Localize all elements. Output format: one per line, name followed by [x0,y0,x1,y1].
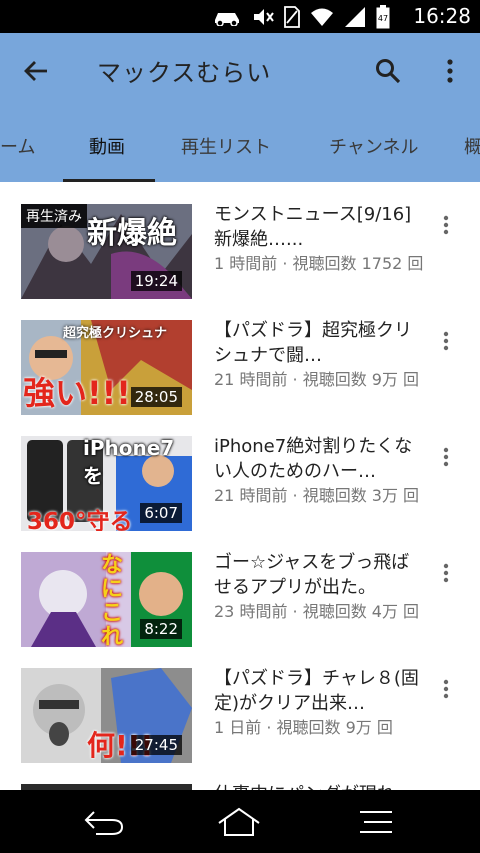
video-title[interactable]: 【パズドラ】チャレ８(固定)がクリア出来… [214,666,419,716]
nav-recents-button[interactable] [346,800,406,844]
car-mode-icon [215,13,239,26]
more-vertical-icon [443,563,449,583]
overflow-menu-button[interactable] [430,51,470,91]
video-thumbnail[interactable]: 新爆絶 再生済み 19:24 [21,204,192,299]
sim-icon [284,6,300,28]
back-button[interactable] [14,51,58,91]
video-thumbnail[interactable]: 何!!! 27:45 [21,668,192,763]
status-icons: 47 [212,4,390,30]
video-more-button[interactable] [434,326,458,356]
tab-playlists[interactable]: 再生リスト [181,133,271,159]
arrow-left-icon [24,61,47,81]
video-meta: 21 時間前 · 視聴回数 3万 回 [214,486,420,505]
video-duration: 28:05 [130,387,182,407]
home-nav-icon [218,807,260,836]
tab-channels[interactable]: チャンネル [329,133,418,159]
thumbnail-text: 360°守る [27,509,133,531]
tab-videos[interactable]: 動画 [89,133,125,159]
tab-bar: ーム 動画 再生リスト チャンネル 概 [0,109,480,182]
battery-level: 47 [377,14,389,23]
search-icon [376,59,401,84]
video-more-button[interactable] [434,674,458,704]
video-meta: 21 時間前 · 視聴回数 9万 回 [214,370,420,389]
more-vertical-icon [443,447,449,467]
watched-badge: 再生済み [21,204,87,228]
video-meta: 1 日前 · 視聴回数 9万 回 [214,718,393,737]
more-vertical-icon [443,215,449,235]
nav-home-button[interactable] [209,800,269,844]
video-thumbnail[interactable]: iPhone7を 360°守る 6:07 [21,436,192,531]
video-duration: 8:22 [140,619,182,639]
video-title[interactable]: 【パズドラ】超究極クリシュナで闘… [214,318,419,368]
app-bar: マックスむらい [0,33,480,109]
video-item[interactable]: 仕事中にパンダが現れ… [0,762,480,790]
tab-about[interactable]: 概 [464,133,480,159]
wifi-icon [311,8,333,26]
video-duration: 27:45 [130,735,182,755]
status-bar: 47 16:28 [0,0,480,33]
video-item[interactable]: 超究極クリシュナ 強い!!! 28:05 【パズドラ】超究極クリシュナで闘… 2… [0,298,480,415]
signal-icon [345,7,365,27]
tab-home[interactable]: ーム [0,133,35,159]
video-list: 新爆絶 再生済み 19:24 モンストニュース[9/16]新爆絶…... 1 時… [0,182,480,790]
video-duration: 19:24 [130,271,182,291]
recents-nav-icon [360,811,392,833]
thumbnail-text: iPhone7を [83,436,175,488]
nav-back-button[interactable] [74,800,134,844]
thumbnail-text: なにこれ [101,553,124,648]
more-vertical-icon [443,331,449,351]
mute-icon [254,9,274,25]
system-nav-bar [0,790,480,853]
video-more-button[interactable] [434,210,458,240]
video-item[interactable]: 新爆絶 再生済み 19:24 モンストニュース[9/16]新爆絶…... 1 時… [0,182,480,299]
back-nav-icon [84,811,124,835]
clock: 16:28 [413,4,471,28]
video-more-button[interactable] [434,442,458,472]
video-item[interactable]: iPhone7を 360°守る 6:07 iPhone7絶対割りたくない人のため… [0,414,480,531]
video-meta: 23 時間前 · 視聴回数 4万 回 [214,602,420,621]
video-more-button[interactable] [434,558,458,588]
video-duration: 6:07 [140,503,182,523]
more-vertical-icon [443,679,449,699]
video-title[interactable]: ゴー☆ジャスをブっ飛ばせるアプリが出た。 [214,550,419,600]
video-meta: 1 時間前 · 視聴回数 1752 回 [214,254,424,273]
video-item[interactable]: 何!!! 27:45 【パズドラ】チャレ８(固定)がクリア出来… 1 日前 · … [0,646,480,763]
thumbnail-text: 新爆絶 [87,216,177,251]
search-button[interactable] [366,51,410,91]
thumbnail-text: 超究極クリシュナ [63,326,168,341]
video-item[interactable]: なにこれ 8:22 ゴー☆ジャスをブっ飛ばせるアプリが出た。 23 時間前 · … [0,530,480,647]
more-vertical-icon [447,59,453,83]
channel-title: マックスむらい [97,59,272,87]
video-title[interactable]: モンストニュース[9/16]新爆絶…... [214,202,419,252]
video-thumbnail[interactable]: なにこれ 8:22 [21,552,192,647]
thumbnail-text: 強い!!! [23,374,131,412]
video-title[interactable]: iPhone7絶対割りたくない人のためのハー… [214,434,419,484]
video-title[interactable]: 仕事中にパンダが現れ… [214,782,419,790]
video-thumbnail[interactable]: 超究極クリシュナ 強い!!! 28:05 [21,320,192,415]
